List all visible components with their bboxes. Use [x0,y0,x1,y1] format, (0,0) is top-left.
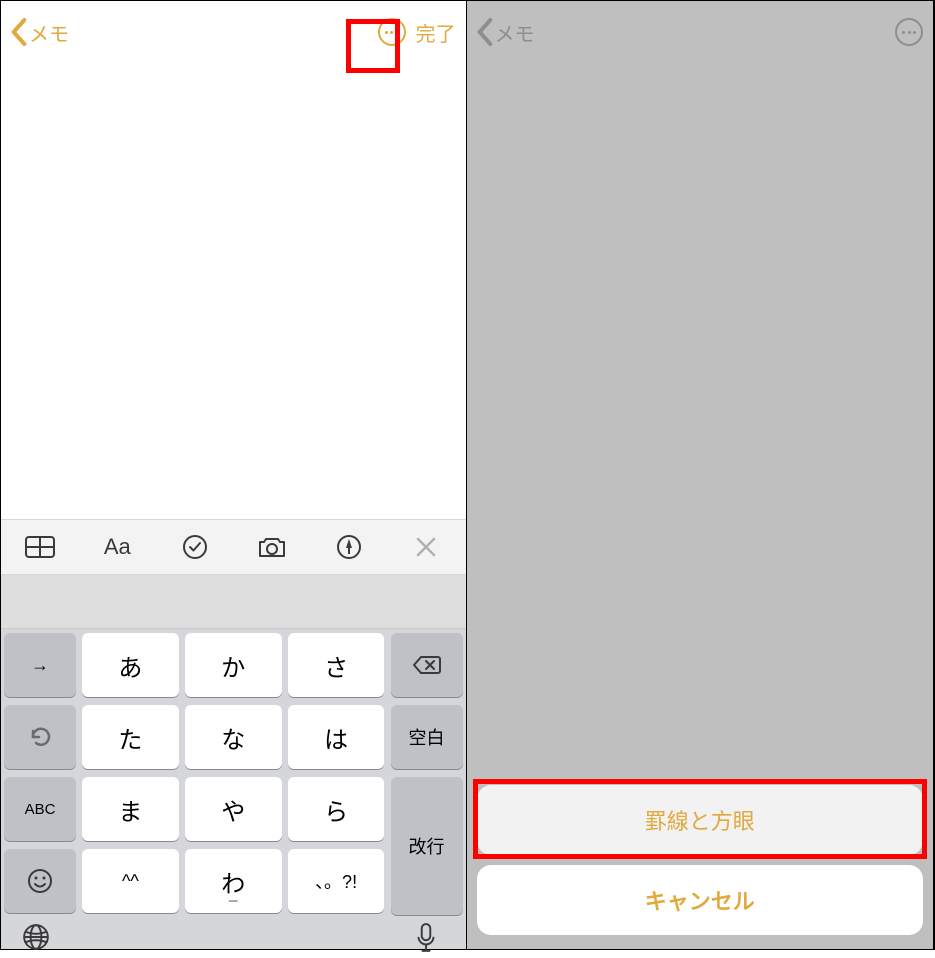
keyboard-bottombar [4,923,463,953]
navbar: メモ 完了 [1,1,466,63]
more-dot-icon [390,31,393,34]
format-toolbar: Aa [1,519,466,575]
close-icon[interactable] [411,532,441,562]
kana-key-punct[interactable]: 、。?! [288,849,385,913]
note-content-area[interactable] [1,63,466,519]
kana-key-ta[interactable]: た [82,705,179,769]
emoji-icon [27,868,53,894]
chevron-left-icon [11,18,27,46]
abc-key[interactable]: ABC [4,777,76,841]
nav-back-dimmed: メモ [477,18,535,47]
done-button[interactable]: 完了 [416,18,456,47]
nav-back[interactable]: メモ [11,18,69,47]
more-button-dimmed [895,18,923,46]
more-dot-icon [902,31,905,34]
table-icon[interactable] [25,532,55,562]
kana-key-wa[interactable]: わー [185,849,282,913]
nav-back-label-dimmed: メモ [495,18,535,47]
more-dot-icon [913,31,916,34]
kana-key-ra[interactable]: ら [288,777,385,841]
kana-key-ma[interactable]: ま [82,777,179,841]
more-button[interactable] [378,18,406,46]
kana-key-ha[interactable]: は [288,705,385,769]
backspace-icon [412,655,442,675]
keyboard-suggestion-bar[interactable] [1,575,466,629]
chevron-left-icon [477,18,493,46]
dimmed-overlay[interactable] [467,63,934,775]
mic-icon[interactable] [415,923,445,953]
kana-key-na[interactable]: な [185,705,282,769]
markup-icon[interactable] [334,532,364,562]
kana-key-ka[interactable]: か [185,633,282,697]
text-format-icon[interactable]: Aa [102,532,132,562]
action-sheet: 罫線と方眼 キャンセル [467,775,934,949]
kana-key-symbol[interactable]: ^^ [82,849,179,913]
arrow-key[interactable]: → [4,633,76,697]
more-dot-icon [396,31,399,34]
sheet-option-lines-grids[interactable]: 罫線と方眼 [477,785,924,855]
keyboard: → ABC あ か さ た な は [1,629,466,949]
navbar-dimmed: メモ [467,1,934,63]
more-dot-icon [385,31,388,34]
more-dot-icon [908,31,911,34]
phone-right: メモ 罫線と方眼 キャンセル [467,1,935,949]
backspace-key[interactable] [391,633,463,697]
space-key[interactable]: 空白 [391,705,463,769]
camera-icon[interactable] [257,532,287,562]
undo-key[interactable] [4,705,76,769]
kana-key-sa[interactable]: さ [288,633,385,697]
undo-icon [28,725,52,749]
kana-key-a[interactable]: あ [82,633,179,697]
kana-key-ya[interactable]: や [185,777,282,841]
emoji-key[interactable] [4,849,76,913]
nav-back-label: メモ [29,18,69,47]
checklist-icon[interactable] [180,532,210,562]
sheet-cancel-button[interactable]: キャンセル [477,865,924,935]
return-key[interactable]: 改行 [391,777,463,915]
phone-left: メモ 完了 Aa [1,1,467,949]
globe-icon[interactable] [22,923,52,953]
